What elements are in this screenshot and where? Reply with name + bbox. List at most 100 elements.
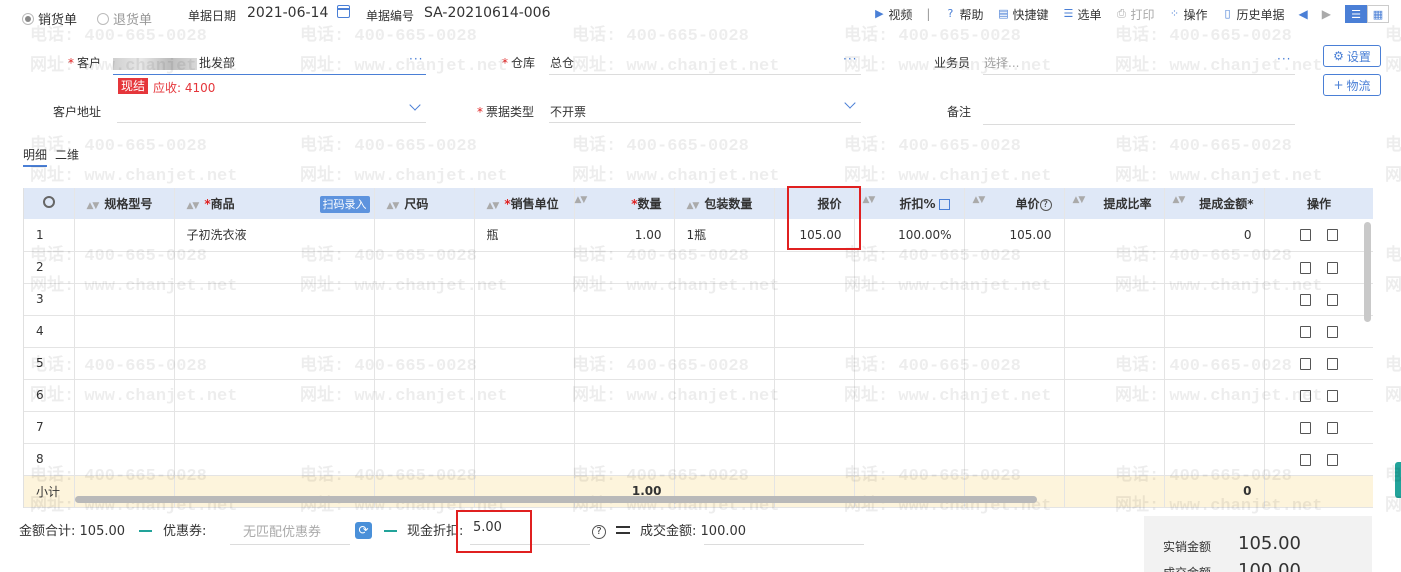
cell-quote[interactable] [774, 443, 855, 476]
table-row[interactable]: 7 [24, 411, 1373, 444]
trash-icon[interactable] [1300, 421, 1311, 434]
cell-size[interactable] [374, 379, 475, 412]
cell-pack-qty[interactable] [674, 283, 775, 316]
cell-commission-amount[interactable] [1164, 283, 1265, 316]
cell-commission-rate[interactable] [1064, 443, 1165, 476]
cell-sales-unit[interactable] [474, 379, 575, 412]
cell-product[interactable] [174, 443, 375, 476]
cell-commission-amount[interactable] [1164, 315, 1265, 348]
select-doc-button[interactable]: ☰ 选单 [1062, 6, 1102, 23]
cell-quantity[interactable]: 1.00 [574, 219, 675, 252]
cell-pack-qty[interactable] [674, 443, 775, 476]
cell-quantity[interactable] [574, 251, 675, 284]
warehouse-field[interactable]: 总仓 [550, 54, 574, 71]
table-row[interactable]: 2 [24, 251, 1373, 284]
remark-underline[interactable] [983, 124, 1295, 125]
print-button[interactable]: ⎙ 打印 [1115, 6, 1154, 23]
table-row[interactable]: 1 子初洗衣液瓶 1.00 1瓶 105.00 100.00% 105.00 0 [24, 219, 1373, 252]
cell-commission-amount[interactable] [1164, 347, 1265, 380]
col-pack-qty[interactable]: ▲▼ 包装数量 [674, 188, 775, 219]
cell-discount[interactable] [854, 379, 965, 412]
invoice-chevron-down-icon[interactable] [844, 97, 856, 109]
cell-size[interactable] [374, 219, 475, 252]
refresh-icon[interactable]: ⟳ [355, 522, 372, 539]
cell-sales-unit[interactable] [474, 411, 575, 444]
cell-unit-price[interactable]: 105.00 [964, 219, 1065, 252]
help-circle-icon[interactable]: ? [1039, 198, 1052, 211]
cell-discount[interactable] [854, 251, 965, 284]
side-drawer-handle[interactable] [1395, 462, 1401, 498]
cell-commission-rate[interactable] [1064, 347, 1165, 380]
trash-icon[interactable] [1300, 261, 1311, 274]
date-value[interactable]: 2021-06-14 [247, 5, 328, 21]
cell-sales-unit[interactable] [474, 347, 575, 380]
cell-size[interactable] [374, 443, 475, 476]
horizontal-scrollbar[interactable] [75, 496, 1037, 503]
copy-icon[interactable] [1327, 421, 1338, 434]
col-size[interactable]: ▲▼ 尺码 [374, 188, 475, 219]
cell-quote[interactable] [774, 379, 855, 412]
cell-discount[interactable] [854, 347, 965, 380]
cell-pack-qty[interactable] [674, 315, 775, 348]
cell-commission-amount[interactable] [1164, 379, 1265, 412]
copy-icon[interactable] [1327, 261, 1338, 274]
cell-spec[interactable] [74, 283, 175, 316]
video-button[interactable]: ▶ 视频 [873, 6, 912, 23]
cell-discount[interactable] [854, 283, 965, 316]
col-commission-rate[interactable]: ▲▼ 提成比率 [1064, 188, 1165, 219]
help-circle-icon[interactable]: ? [592, 525, 606, 539]
cell-pack-qty[interactable] [674, 347, 775, 380]
operate-button[interactable]: ⁘ 操作 [1169, 6, 1208, 23]
copy-icon[interactable] [1327, 229, 1338, 242]
detail-view-icon[interactable]: ▦ [1367, 5, 1389, 23]
cell-size[interactable] [374, 315, 475, 348]
cell-discount[interactable] [854, 411, 965, 444]
cell-discount[interactable] [854, 443, 965, 476]
tab-2d[interactable]: 二维 [55, 146, 79, 167]
cell-size[interactable] [374, 283, 475, 316]
cell-size[interactable] [374, 347, 475, 380]
cell-spec[interactable] [74, 347, 175, 380]
warehouse-more-icon[interactable]: ··· [843, 52, 857, 66]
col-spec[interactable]: ▲▼ 规格型号 [74, 188, 175, 219]
cell-unit-price[interactable] [964, 347, 1065, 380]
cell-unit-price[interactable] [964, 443, 1065, 476]
copy-icon[interactable] [1327, 389, 1338, 402]
settings-button[interactable]: ⚙ 设置 [1323, 45, 1381, 67]
cell-pack-qty[interactable] [674, 379, 775, 412]
cell-quantity[interactable] [574, 443, 675, 476]
cell-quote[interactable] [774, 315, 855, 348]
salesperson-more-icon[interactable]: ··· [1277, 52, 1291, 66]
shortcuts-button[interactable]: ▤ 快捷键 [997, 6, 1048, 23]
cell-spec[interactable] [74, 219, 175, 252]
trash-icon[interactable] [1300, 357, 1311, 370]
cell-commission-rate[interactable] [1064, 251, 1165, 284]
cell-commission-rate[interactable] [1064, 315, 1165, 348]
copy-icon[interactable] [1327, 453, 1338, 466]
cell-pack-qty[interactable] [674, 251, 775, 284]
cell-product[interactable] [174, 379, 375, 412]
cell-product[interactable] [174, 411, 375, 444]
cell-sales-unit[interactable] [474, 315, 575, 348]
cell-sales-unit[interactable] [474, 251, 575, 284]
logistics-button[interactable]: + 物流 [1323, 74, 1381, 96]
cell-product[interactable] [174, 251, 375, 284]
trash-icon[interactable] [1300, 293, 1311, 306]
col-sales-unit[interactable]: ▲▼ *销售单位 [474, 188, 575, 219]
doc-type-sales-radio[interactable]: 销货单 [22, 9, 77, 28]
cell-quote[interactable] [774, 251, 855, 284]
cell-commission-amount[interactable] [1164, 443, 1265, 476]
cell-commission-amount[interactable] [1164, 411, 1265, 444]
cell-discount[interactable] [854, 315, 965, 348]
cell-commission-rate[interactable] [1064, 219, 1165, 252]
cell-unit-price[interactable] [964, 379, 1065, 412]
address-chevron-down-icon[interactable] [409, 99, 421, 111]
cell-quote[interactable] [774, 347, 855, 380]
cell-spec[interactable] [74, 379, 175, 412]
salesperson-field[interactable]: 选择... [984, 54, 1019, 71]
cell-quantity[interactable] [574, 347, 675, 380]
doc-type-return-radio[interactable]: 退货单 [97, 9, 152, 28]
tab-detail[interactable]: 明细 [23, 146, 48, 167]
cell-size[interactable] [374, 411, 475, 444]
cell-quantity[interactable] [574, 379, 675, 412]
